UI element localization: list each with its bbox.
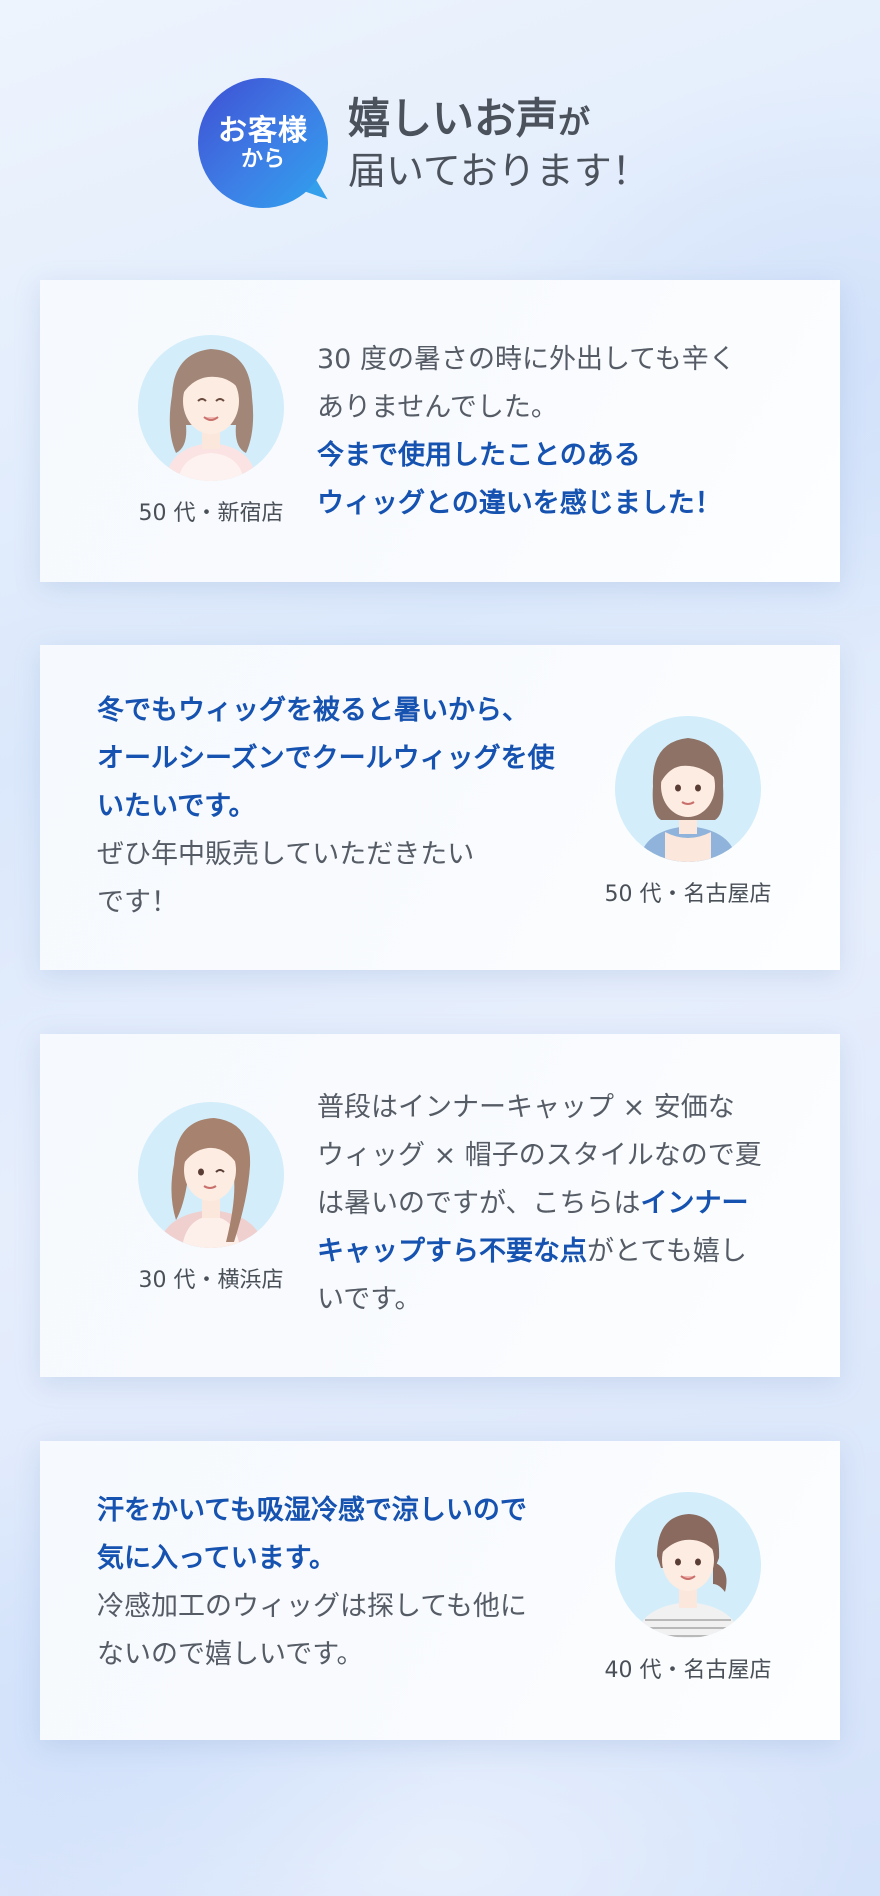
testimonial-text: 普段はインナーキャップ × 安価な ウィッグ × 帽子のスタイルなので夏 は暑い… bbox=[317, 1084, 817, 1324]
section-title-line-2: 届いております！ bbox=[348, 148, 650, 193]
testimonial-text: 汗をかいても吸湿冷感で涼しいので 気に入っています。 冷感加工のウィッグは探して… bbox=[97, 1487, 597, 1679]
testimonial-line: ウィッグ × 帽子のスタイルなので夏 bbox=[317, 1132, 817, 1180]
text-segment: は暑いのですが、こちらは bbox=[317, 1188, 641, 1219]
testimonial-avatar-block: 50 代・新宿店 bbox=[116, 335, 306, 527]
testimonial-line: 30 度の暑さの時に外出しても辛く bbox=[317, 344, 736, 375]
testimonial-line: 普段はインナーキャップ × 安価な bbox=[317, 1084, 817, 1132]
testimonial-card-1: 50 代・新宿店 30 度の暑さの時に外出しても辛く ありませんでした。 今まで… bbox=[40, 280, 840, 582]
text-segment: がとても嬉し bbox=[587, 1236, 747, 1267]
testimonial-text: 冬でもウィッグを被ると暑いから、 オールシーズンでクールウィッグを使 いたいです… bbox=[97, 687, 597, 927]
bubble-line-2: から bbox=[240, 146, 285, 173]
speech-bubble-badge: お客様 から bbox=[198, 78, 336, 208]
text-segment-emphasis: インナー bbox=[640, 1188, 749, 1219]
testimonial-line-emphasis: 今まで使用したことのある bbox=[317, 440, 641, 471]
speech-bubble-text: お客様 から bbox=[198, 78, 328, 208]
text-segment: ウィッグ × 帽子のスタイルなので夏 bbox=[317, 1140, 762, 1171]
title-main: 嬉しいお声 bbox=[348, 94, 559, 143]
testimonial-line-emphasis: 汗をかいても吸湿冷感で涼しいので bbox=[97, 1495, 527, 1526]
testimonial-line: ないので嬉しいです。 bbox=[97, 1639, 364, 1670]
testimonial-line-emphasis: 冬でもウィッグを被ると暑いから、 bbox=[97, 695, 529, 726]
testimonial-avatar-block: 50 代・名古屋店 bbox=[593, 716, 783, 908]
testimonial-card-4: 汗をかいても吸湿冷感で涼しいので 気に入っています。 冷感加工のウィッグは探して… bbox=[40, 1441, 840, 1740]
testimonial-line: ぜひ年中販売していただきたい bbox=[97, 839, 475, 870]
bubble-line-1: お客様 bbox=[217, 112, 308, 147]
testimonial-line-emphasis: ウィッグとの違いを感じました！ bbox=[317, 488, 722, 519]
testimonial-line: ありませんでした。 bbox=[317, 392, 558, 423]
testimonial-text: 30 度の暑さの時に外出しても辛く ありませんでした。 今まで使用したことのある… bbox=[317, 336, 817, 528]
testimonial-line: 冷感加工のウィッグは探しても他に bbox=[97, 1591, 527, 1622]
age-store-label: 40 代・名古屋店 bbox=[604, 1658, 772, 1683]
testimonial-line: です！ bbox=[97, 887, 178, 918]
age-store-label: 50 代・名古屋店 bbox=[604, 882, 772, 907]
text-segment: 普段はインナーキャップ × 安価な bbox=[317, 1092, 735, 1123]
testimonial-line-emphasis: 気に入っています。 bbox=[97, 1543, 336, 1574]
testimonial-avatar-block: 30 代・横浜店 bbox=[116, 1102, 306, 1294]
testimonial-line: キャップすら不要な点がとても嬉し bbox=[317, 1228, 817, 1276]
section-title-line-1: 嬉しいお声が bbox=[348, 92, 650, 147]
woman-ponytail-avatar-icon bbox=[615, 1492, 761, 1638]
section-header: お客様 から 嬉しいお声が 届いております！ bbox=[198, 78, 698, 210]
text-segment-emphasis: キャップすら不要な点 bbox=[317, 1236, 587, 1267]
testimonial-card-2: 冬でもウィッグを被ると暑いから、 オールシーズンでクールウィッグを使 いたいです… bbox=[40, 645, 840, 970]
testimonial-line-emphasis: オールシーズンでクールウィッグを使 bbox=[97, 743, 555, 774]
testimonial-line: は暑いのですが、こちらはインナー bbox=[317, 1180, 817, 1228]
section-title: 嬉しいお声が 届いております！ bbox=[348, 92, 650, 196]
age-store-label: 30 代・横浜店 bbox=[138, 1268, 284, 1293]
testimonial-line-emphasis: いたいです。 bbox=[97, 791, 256, 822]
testimonial-card-3: 30 代・横浜店 普段はインナーキャップ × 安価な ウィッグ × 帽子のスタイ… bbox=[40, 1034, 840, 1377]
testimonial-avatar-block: 40 代・名古屋店 bbox=[593, 1492, 783, 1684]
woman-long-wavy-hair-avatar-icon bbox=[138, 335, 284, 481]
age-store-label: 50 代・新宿店 bbox=[138, 501, 284, 526]
text-segment: いです。 bbox=[317, 1284, 422, 1315]
woman-long-side-hair-avatar-icon bbox=[138, 1102, 284, 1248]
testimonial-line: いです。 bbox=[317, 1276, 817, 1324]
title-particle: が bbox=[558, 103, 591, 141]
woman-short-bob-avatar-icon bbox=[615, 716, 761, 862]
